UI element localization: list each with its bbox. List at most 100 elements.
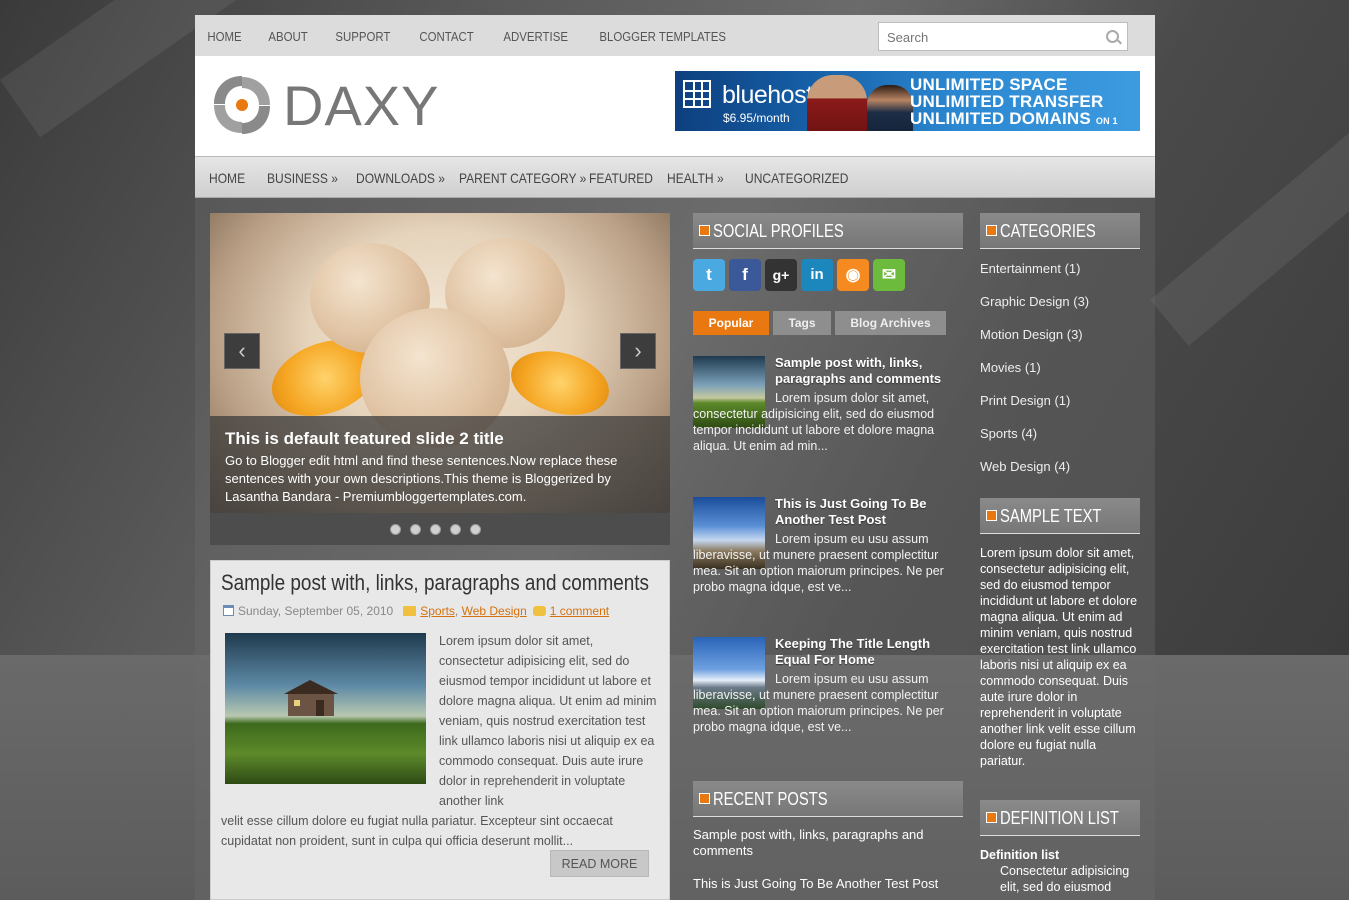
- category-count: (1): [1024, 360, 1041, 375]
- popular-post-title[interactable]: Keeping The Title Length Equal For Home: [775, 636, 955, 668]
- search-icon[interactable]: [1106, 30, 1119, 43]
- category-link[interactable]: Print Design (1): [980, 393, 1070, 408]
- main-nav-business[interactable]: BUSINESS »: [267, 157, 338, 197]
- widget-title-text: SAMPLE TEXT: [1000, 506, 1102, 526]
- bullet-icon: [986, 510, 997, 521]
- category-count: (1): [1054, 393, 1071, 408]
- top-nav-blogger-templates[interactable]: BLOGGER TEMPLATES: [587, 15, 738, 56]
- widget-title-text: RECENT POSTS: [713, 789, 828, 809]
- slider-dot[interactable]: [410, 524, 421, 535]
- email-icon[interactable]: ✉: [873, 259, 905, 291]
- post-category-link[interactable]: Web Design: [462, 604, 527, 618]
- category-link[interactable]: Web Design (4): [980, 459, 1070, 474]
- top-nav-support[interactable]: SUPPORT: [323, 15, 403, 56]
- banner-brand: bluehost: [722, 81, 813, 109]
- post-excerpt: Lorem ipsum dolor sit amet, consectetur …: [439, 634, 657, 808]
- slider-dot[interactable]: [470, 524, 481, 535]
- slide-title[interactable]: This is default featured slide 2 title: [225, 429, 504, 449]
- rss-icon[interactable]: ◉: [837, 259, 869, 291]
- tab-tags[interactable]: Tags: [773, 311, 831, 335]
- submenu-arrow-icon: »: [331, 170, 338, 186]
- widget-title-sample-text: SAMPLE TEXT: [980, 498, 1140, 534]
- sample-text-body: Lorem ipsum dolor sit amet, consectetur …: [980, 546, 1138, 768]
- search-input[interactable]: [885, 23, 1099, 51]
- main-nav-label: FEATURED: [589, 170, 654, 186]
- bullet-icon: [986, 225, 997, 236]
- comment-icon: [532, 606, 546, 616]
- top-nav-advertise[interactable]: ADVERTISE: [491, 15, 580, 56]
- google-plus-icon[interactable]: g+: [765, 259, 797, 291]
- top-nav-about[interactable]: ABOUT: [256, 15, 320, 56]
- category-count: (4): [1054, 459, 1071, 474]
- category-link[interactable]: Graphic Design (3): [980, 294, 1089, 309]
- popular-post-title[interactable]: This is Just Going To Be Another Test Po…: [775, 496, 955, 528]
- definition-description: Consectetur adipisicing elit, sed do eiu…: [1000, 864, 1130, 894]
- read-more-button[interactable]: READ MORE: [550, 850, 649, 877]
- main-nav-downloads[interactable]: DOWNLOADS »: [356, 157, 445, 197]
- post-category-link[interactable]: Sports: [420, 604, 455, 618]
- slider-prev-button[interactable]: ‹: [224, 333, 260, 369]
- widget-title-text: DEFINITION LIST: [1000, 808, 1119, 828]
- main-nav-parent-category[interactable]: PARENT CATEGORY »: [459, 157, 586, 197]
- main-nav-health[interactable]: HEALTH »: [667, 157, 724, 197]
- logo-icon[interactable]: [211, 73, 273, 137]
- tab-popular[interactable]: Popular: [693, 311, 769, 335]
- definition-list: Definition list Consectetur adipisicing …: [980, 847, 1140, 895]
- popular-post-title[interactable]: Sample post with, links, paragraphs and …: [775, 355, 955, 387]
- banner-price: $6.95/month: [723, 111, 790, 125]
- widget-title-social: SOCIAL PROFILES: [693, 213, 963, 249]
- bullet-icon: [699, 225, 710, 236]
- category-label: Web Design: [980, 459, 1051, 474]
- slider-pagination: [210, 513, 670, 545]
- popular-post-excerpt: Lorem ipsum eu usu assum liberavisse, ut…: [693, 532, 944, 594]
- recent-post-link[interactable]: Sample post with, links, paragraphs and …: [693, 827, 958, 859]
- main-nav-featured[interactable]: FEATURED: [589, 157, 653, 197]
- slider-dot[interactable]: [450, 524, 461, 535]
- page-wrapper: HOME ABOUT SUPPORT CONTACT ADVERTISE BLO…: [195, 15, 1155, 900]
- tab-blog-archives[interactable]: Blog Archives: [835, 311, 946, 335]
- slide-image[interactable]: This is default featured slide 2 title G…: [210, 213, 670, 513]
- main-nav-uncategorized[interactable]: UNCATEGORIZED: [745, 157, 848, 197]
- main-nav: HOME BUSINESS » DOWNLOADS » PARENT CATEG…: [195, 156, 1155, 198]
- main-nav-label: BUSINESS: [267, 170, 328, 186]
- definition-term: Definition list: [980, 848, 1060, 862]
- widget-title-definition-list: DEFINITION LIST: [980, 800, 1140, 836]
- calendar-icon: [223, 605, 234, 616]
- main-nav-home[interactable]: HOME: [209, 157, 245, 197]
- category-link[interactable]: Entertainment (1): [980, 261, 1080, 276]
- post-thumbnail[interactable]: [225, 633, 426, 784]
- site-title[interactable]: DAXY: [283, 74, 440, 138]
- category-count: (4): [1021, 426, 1038, 441]
- twitter-icon[interactable]: t: [693, 259, 725, 291]
- post-date: Sunday, September 05, 2010: [238, 604, 394, 618]
- house-image: [284, 680, 338, 716]
- recent-post-link[interactable]: This is Just Going To Be Another Test Po…: [693, 876, 958, 892]
- submenu-arrow-icon: »: [579, 170, 587, 186]
- search-box: [878, 22, 1128, 51]
- slider-dot[interactable]: [390, 524, 401, 535]
- slider-dot[interactable]: [430, 524, 441, 535]
- bullet-icon: [986, 812, 997, 823]
- category-link[interactable]: Sports (4): [980, 426, 1037, 441]
- category-label: Movies: [980, 360, 1022, 375]
- banner-person-image: [807, 75, 867, 131]
- category-count: (3): [1066, 327, 1083, 342]
- category-link[interactable]: Movies (1): [980, 360, 1041, 375]
- post-title[interactable]: Sample post with, links, paragraphs and …: [221, 570, 649, 596]
- folder-icon: [403, 606, 417, 616]
- popular-post-excerpt: Lorem ipsum dolor sit amet, consectetur …: [693, 391, 935, 453]
- top-nav-contact[interactable]: CONTACT: [407, 15, 486, 56]
- slide-description: Go to Blogger edit html and find these s…: [225, 453, 618, 504]
- linkedin-icon[interactable]: in: [801, 259, 833, 291]
- main-nav-label: HEALTH: [667, 170, 714, 186]
- submenu-arrow-icon: »: [438, 170, 445, 186]
- category-link[interactable]: Motion Design (3): [980, 327, 1083, 342]
- popular-post-excerpt: Lorem ipsum eu usu assum liberavisse, ut…: [693, 672, 944, 734]
- top-bar: HOME ABOUT SUPPORT CONTACT ADVERTISE BLO…: [195, 15, 1155, 56]
- bluehost-ad-banner[interactable]: bluehost $6.95/month UNLIMITED SPACE UNL…: [675, 71, 1140, 131]
- slider-next-button[interactable]: ›: [620, 333, 656, 369]
- post-comments-link[interactable]: 1 comment: [550, 604, 609, 618]
- banner-person-image: [867, 85, 913, 131]
- facebook-icon[interactable]: f: [729, 259, 761, 291]
- top-nav-home[interactable]: HOME: [195, 15, 254, 56]
